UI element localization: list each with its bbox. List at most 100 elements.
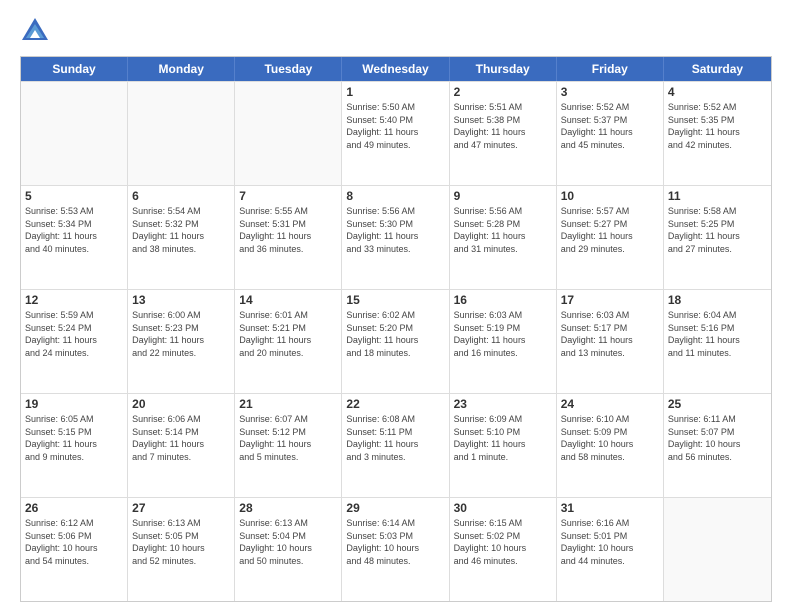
day-number: 20 [132, 397, 230, 411]
day-number: 14 [239, 293, 337, 307]
calendar-cell: 8Sunrise: 5:56 AM Sunset: 5:30 PM Daylig… [342, 186, 449, 289]
calendar-cell: 2 Sunrise: 5:51 AM Sunset: 5:38 PM Daylig… [450, 82, 557, 185]
header-day-friday: Friday [557, 57, 664, 81]
day-number: 26 [25, 501, 123, 515]
day-info: Sunrise: 6:09 AM Sunset: 5:10 PM Dayligh… [454, 413, 552, 463]
day-info: Sunrise: 6:00 AM Sunset: 5:23 PM Dayligh… [132, 309, 230, 359]
day-info: Sunrise: 6:03 AM Sunset: 5:19 PM Dayligh… [454, 309, 552, 359]
day-info: Sunrise: 5:50 AM Sunset: 5:40 PM Dayligh… [346, 101, 444, 151]
day-info: Sunrise: 6:03 AM Sunset: 5:17 PM Dayligh… [561, 309, 659, 359]
day-number: 3 [561, 85, 659, 99]
day-info: Sunrise: 5:55 AM Sunset: 5:31 PM Dayligh… [239, 205, 337, 255]
calendar-row-5: 26 Sunrise: 6:12 AM Sunset: 5:06 PM Dayli… [21, 497, 771, 601]
calendar-cell: 28 Sunrise: 6:13 AM Sunset: 5:04 PM Dayli… [235, 498, 342, 601]
day-info: Sunrise: 5:52 AM Sunset: 5:35 PM Dayligh… [668, 101, 767, 151]
calendar-cell [235, 82, 342, 185]
calendar-cell: 9Sunrise: 5:56 AM Sunset: 5:28 PM Daylig… [450, 186, 557, 289]
calendar-cell: 12 Sunrise: 5:59 AM Sunset: 5:24 PM Dayli… [21, 290, 128, 393]
day-number: 6 [132, 189, 230, 203]
day-info: Sunrise: 6:05 AM Sunset: 5:15 PM Dayligh… [25, 413, 123, 463]
day-number: 1 [346, 85, 444, 99]
day-info: Sunrise: 6:13 AM Sunset: 5:05 PM Dayligh… [132, 517, 230, 567]
header-day-monday: Monday [128, 57, 235, 81]
calendar-cell: 24 Sunrise: 6:10 AM Sunset: 5:09 PM Dayli… [557, 394, 664, 497]
calendar-cell: 25 Sunrise: 6:11 AM Sunset: 5:07 PM Dayli… [664, 394, 771, 497]
calendar-body: 1 Sunrise: 5:50 AM Sunset: 5:40 PM Daylig… [21, 81, 771, 601]
day-number: 31 [561, 501, 659, 515]
calendar-cell: 23 Sunrise: 6:09 AM Sunset: 5:10 PM Dayli… [450, 394, 557, 497]
day-info: Sunrise: 6:01 AM Sunset: 5:21 PM Dayligh… [239, 309, 337, 359]
day-info: Sunrise: 6:14 AM Sunset: 5:03 PM Dayligh… [346, 517, 444, 567]
day-number: 8 [346, 189, 444, 203]
calendar-cell [21, 82, 128, 185]
logo-icon [20, 16, 50, 46]
header [20, 16, 772, 46]
calendar-cell: 6 Sunrise: 5:54 AM Sunset: 5:32 PM Daylig… [128, 186, 235, 289]
day-info: Sunrise: 5:59 AM Sunset: 5:24 PM Dayligh… [25, 309, 123, 359]
calendar-cell: 14 Sunrise: 6:01 AM Sunset: 5:21 PM Dayli… [235, 290, 342, 393]
day-number: 25 [668, 397, 767, 411]
calendar-cell: 26 Sunrise: 6:12 AM Sunset: 5:06 PM Dayli… [21, 498, 128, 601]
calendar-cell: 22 Sunrise: 6:08 AM Sunset: 5:11 PM Dayli… [342, 394, 449, 497]
day-number: 18 [668, 293, 767, 307]
day-number: 30 [454, 501, 552, 515]
calendar: SundayMondayTuesdayWednesdayThursdayFrid… [20, 56, 772, 602]
calendar-cell: 1 Sunrise: 5:50 AM Sunset: 5:40 PM Daylig… [342, 82, 449, 185]
calendar-cell: 19 Sunrise: 6:05 AM Sunset: 5:15 PM Dayli… [21, 394, 128, 497]
calendar-header: SundayMondayTuesdayWednesdayThursdayFrid… [21, 57, 771, 81]
day-info: Sunrise: 6:10 AM Sunset: 5:09 PM Dayligh… [561, 413, 659, 463]
day-number: 2 [454, 85, 552, 99]
calendar-cell: 11Sunrise: 5:58 AM Sunset: 5:25 PM Dayli… [664, 186, 771, 289]
calendar-row-1: 1 Sunrise: 5:50 AM Sunset: 5:40 PM Daylig… [21, 81, 771, 185]
day-info: Sunrise: 6:12 AM Sunset: 5:06 PM Dayligh… [25, 517, 123, 567]
calendar-cell: 20 Sunrise: 6:06 AM Sunset: 5:14 PM Dayli… [128, 394, 235, 497]
day-number: 7 [239, 189, 337, 203]
calendar-cell: 5Sunrise: 5:53 AM Sunset: 5:34 PM Daylig… [21, 186, 128, 289]
day-number: 10 [561, 189, 659, 203]
day-info: Sunrise: 6:08 AM Sunset: 5:11 PM Dayligh… [346, 413, 444, 463]
day-info: Sunrise: 6:13 AM Sunset: 5:04 PM Dayligh… [239, 517, 337, 567]
day-info: Sunrise: 6:04 AM Sunset: 5:16 PM Dayligh… [668, 309, 767, 359]
header-day-saturday: Saturday [664, 57, 771, 81]
day-number: 22 [346, 397, 444, 411]
day-number: 23 [454, 397, 552, 411]
day-info: Sunrise: 5:54 AM Sunset: 5:32 PM Dayligh… [132, 205, 230, 255]
day-number: 27 [132, 501, 230, 515]
day-number: 24 [561, 397, 659, 411]
day-info: Sunrise: 5:51 AM Sunset: 5:38 PM Dayligh… [454, 101, 552, 151]
day-number: 11 [668, 189, 767, 203]
day-number: 17 [561, 293, 659, 307]
header-day-tuesday: Tuesday [235, 57, 342, 81]
day-number: 28 [239, 501, 337, 515]
page: SundayMondayTuesdayWednesdayThursdayFrid… [0, 0, 792, 612]
day-info: Sunrise: 6:02 AM Sunset: 5:20 PM Dayligh… [346, 309, 444, 359]
calendar-cell: 21 Sunrise: 6:07 AM Sunset: 5:12 PM Dayli… [235, 394, 342, 497]
header-day-sunday: Sunday [21, 57, 128, 81]
day-number: 13 [132, 293, 230, 307]
header-day-wednesday: Wednesday [342, 57, 449, 81]
day-number: 5 [25, 189, 123, 203]
header-day-thursday: Thursday [450, 57, 557, 81]
calendar-row-4: 19 Sunrise: 6:05 AM Sunset: 5:15 PM Dayli… [21, 393, 771, 497]
calendar-cell: 15Sunrise: 6:02 AM Sunset: 5:20 PM Dayli… [342, 290, 449, 393]
calendar-cell: 3Sunrise: 5:52 AM Sunset: 5:37 PM Daylig… [557, 82, 664, 185]
calendar-cell: 30 Sunrise: 6:15 AM Sunset: 5:02 PM Dayli… [450, 498, 557, 601]
calendar-cell: 13 Sunrise: 6:00 AM Sunset: 5:23 PM Dayli… [128, 290, 235, 393]
day-number: 29 [346, 501, 444, 515]
day-number: 16 [454, 293, 552, 307]
calendar-cell: 16 Sunrise: 6:03 AM Sunset: 5:19 PM Dayli… [450, 290, 557, 393]
calendar-cell: 18 Sunrise: 6:04 AM Sunset: 5:16 PM Dayli… [664, 290, 771, 393]
day-info: Sunrise: 6:07 AM Sunset: 5:12 PM Dayligh… [239, 413, 337, 463]
day-info: Sunrise: 6:15 AM Sunset: 5:02 PM Dayligh… [454, 517, 552, 567]
day-number: 4 [668, 85, 767, 99]
day-info: Sunrise: 6:16 AM Sunset: 5:01 PM Dayligh… [561, 517, 659, 567]
day-number: 19 [25, 397, 123, 411]
calendar-cell [128, 82, 235, 185]
day-info: Sunrise: 6:11 AM Sunset: 5:07 PM Dayligh… [668, 413, 767, 463]
day-number: 12 [25, 293, 123, 307]
calendar-cell: 17 Sunrise: 6:03 AM Sunset: 5:17 PM Dayli… [557, 290, 664, 393]
calendar-row-3: 12 Sunrise: 5:59 AM Sunset: 5:24 PM Dayli… [21, 289, 771, 393]
calendar-cell: 10Sunrise: 5:57 AM Sunset: 5:27 PM Dayli… [557, 186, 664, 289]
day-number: 21 [239, 397, 337, 411]
day-info: Sunrise: 6:06 AM Sunset: 5:14 PM Dayligh… [132, 413, 230, 463]
